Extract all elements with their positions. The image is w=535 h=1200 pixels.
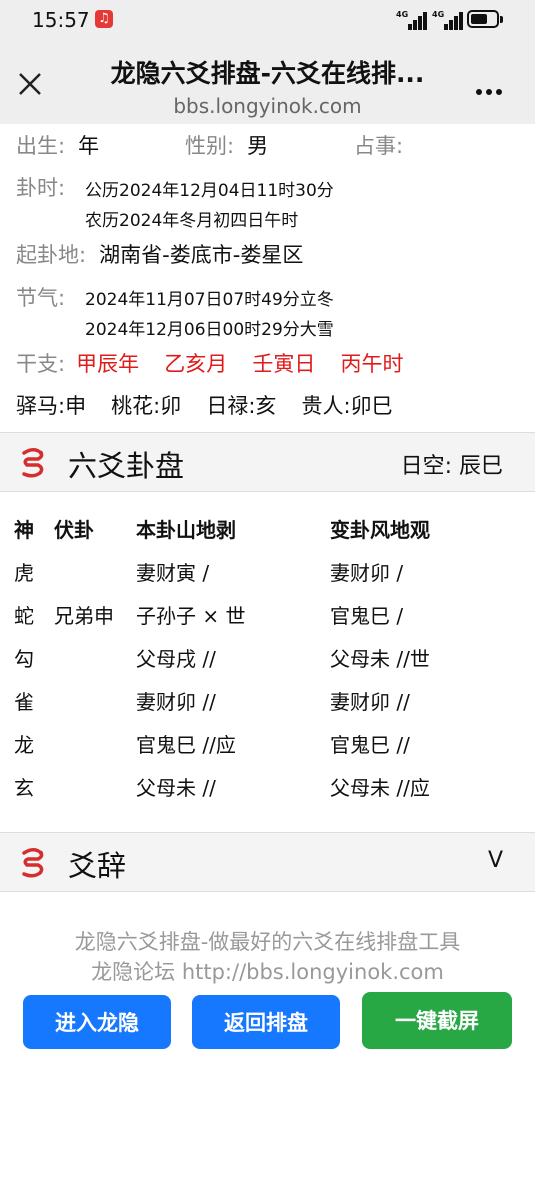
table-row: 妻财寅 / (136, 561, 210, 585)
table-row: 妻财卯 / (330, 561, 404, 585)
music-app-icon: ♫ (95, 10, 113, 28)
place-value: 湖南省-娄底市-娄星区 (99, 243, 304, 267)
yaoci-section-title: 爻辞 (68, 849, 127, 883)
shensha-yima: 驿马:申 (16, 394, 87, 418)
table-row: 官鬼巳 / (330, 604, 404, 628)
header-bian: 变卦风地观 (330, 518, 430, 542)
place-row: 起卦地: 湖南省-娄底市-娄星区 (16, 239, 303, 269)
birth-label: 出生: (16, 134, 66, 158)
table-row: 官鬼巳 // (330, 733, 410, 757)
footer-slogan: 龙隐六爻排盘-做最好的六爻在线排盘工具 (74, 930, 461, 954)
matter-label: 占事: (354, 134, 404, 158)
ganzhi-day: 壬寅日 (252, 352, 316, 376)
table-row: 勾 (14, 647, 34, 671)
signal-icon: 4G (396, 10, 428, 30)
screenshot-button[interactable]: 一键截屏 (362, 992, 512, 1049)
birth-value: 年 (78, 134, 100, 158)
footer-forum-link[interactable]: 龙隐论坛 http://bbs.longyinok.com (0, 956, 535, 986)
table-row: 子孙子 × 世 (136, 604, 246, 628)
header-ben: 本卦山地剥 (136, 518, 236, 542)
gua-section-header: 六爻卦盘 日空: 辰巳 (0, 432, 535, 492)
ganzhi-label: 干支: (16, 352, 66, 376)
close-icon[interactable] (16, 70, 44, 98)
enter-longyin-button[interactable]: 进入龙隐 (23, 995, 171, 1049)
gender-row: 性别: 男 (185, 130, 268, 160)
ganzhi-row: 干支: 甲辰年 乙亥月 壬寅日 丙午时 (16, 348, 403, 378)
expand-toggle[interactable]: V (488, 848, 503, 873)
table-row: 官鬼巳 //应 (136, 733, 236, 757)
lunar-date: 农历2024年冬月初四日午时 (85, 211, 299, 231)
table-row: 父母戌 // (136, 647, 216, 671)
table-row: 蛇 (14, 604, 34, 628)
table-row: 妻财卯 // (136, 690, 216, 714)
table-row: 虎 (14, 561, 34, 585)
solar-date: 公历2024年12月04日11时30分 (85, 181, 334, 201)
header-shen: 神 (14, 518, 34, 542)
table-row: 父母未 //世 (330, 647, 430, 671)
matter-row: 占事: (354, 130, 403, 160)
birth-row: 出生: 年 (16, 130, 99, 160)
table-row: 父母未 //应 (330, 776, 430, 800)
table-row: 龙 (14, 733, 34, 757)
dragon-icon (22, 848, 44, 878)
gua-section-title: 六爻卦盘 (68, 449, 185, 483)
gender-value: 男 (247, 134, 269, 158)
network-type: 4G (432, 10, 445, 19)
status-time: 15:57 (32, 8, 90, 32)
signal-icon: 4G (432, 10, 464, 30)
network-type: 4G (396, 10, 409, 19)
solar-term-1: 2024年11月07日07时49分立冬 (85, 290, 334, 310)
status-bar: 15:57 ♫ 4G 4G (0, 0, 535, 40)
ganzhi-year: 甲辰年 (76, 352, 140, 376)
battery-icon (467, 10, 503, 28)
table-row: 雀 (14, 690, 34, 714)
page-title: 龙隐六爻排盘-六爻在线排... (110, 59, 425, 88)
table-row: 玄 (14, 776, 34, 800)
table-row: 兄弟申 (54, 604, 114, 628)
gender-label: 性别: (185, 134, 235, 158)
more-options-icon[interactable] (476, 80, 508, 95)
shensha-taohua: 桃花:卯 (111, 394, 182, 418)
browser-header: 龙隐六爻排盘-六爻在线排... bbs.longyinok.com (0, 40, 535, 124)
yaoci-section-header[interactable]: 爻辞 V (0, 832, 535, 892)
ganzhi-hour: 丙午时 (340, 352, 404, 376)
ganzhi-month: 乙亥月 (164, 352, 228, 376)
day-kong: 日空: 辰巳 (400, 454, 503, 479)
back-to-paipan-button[interactable]: 返回排盘 (192, 995, 340, 1049)
table-row: 妻财卯 // (330, 690, 410, 714)
header-fu: 伏卦 (54, 518, 94, 542)
table-row: 父母未 // (136, 776, 216, 800)
place-label: 起卦地: (16, 243, 87, 267)
page-url: bbs.longyinok.com (173, 94, 362, 118)
solar-term-2: 2024年12月06日00时29分大雪 (85, 320, 334, 340)
shensha-guiren: 贵人:卯巳 (301, 394, 393, 418)
solar-term-label: 节气: (16, 286, 66, 310)
shensha-rilu: 日禄:亥 (206, 394, 277, 418)
shensha-row: 驿马:申 桃花:卯 日禄:亥 贵人:卯巳 (16, 390, 393, 420)
dragon-icon (22, 448, 44, 478)
time-label: 卦时: (16, 176, 66, 200)
